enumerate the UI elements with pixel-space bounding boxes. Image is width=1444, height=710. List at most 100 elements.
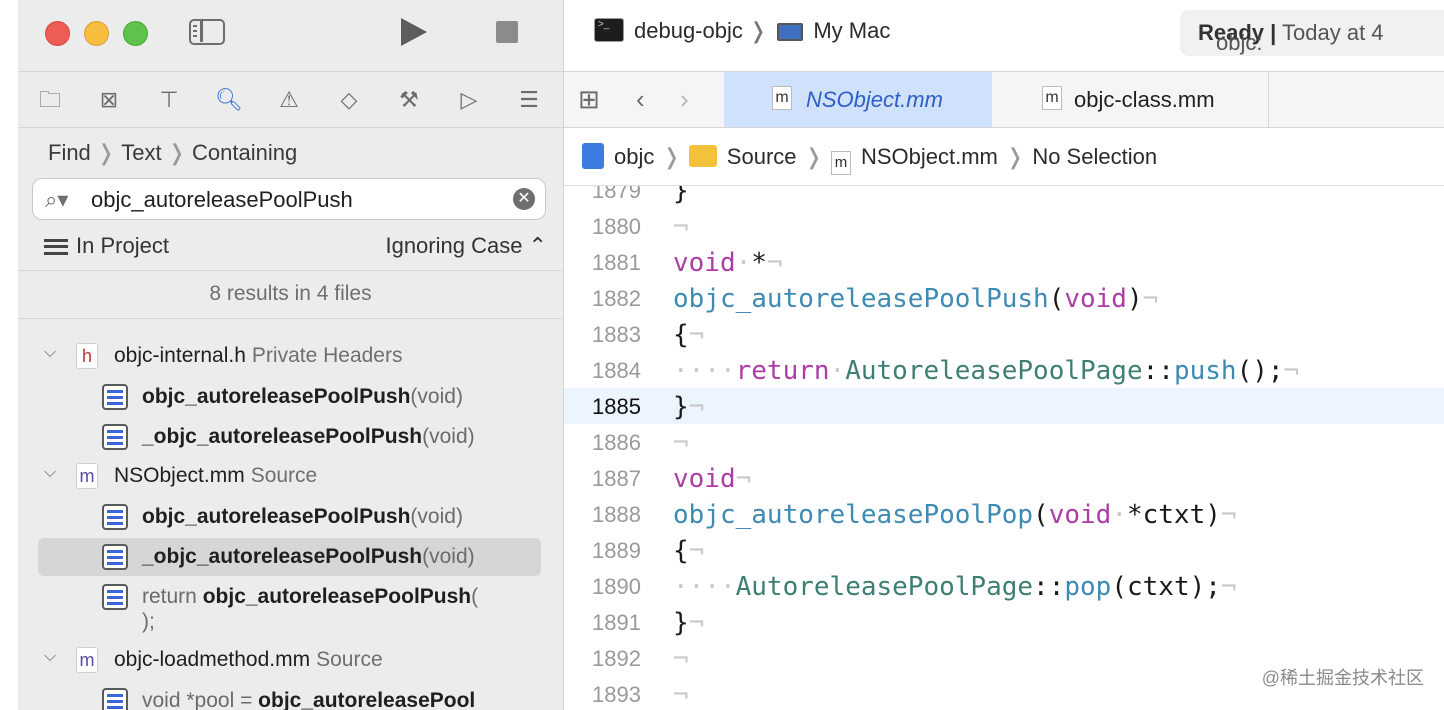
destination-name: My Mac [813,18,891,43]
code-line[interactable]: 1879} [564,186,1444,208]
window-edge [0,0,18,710]
code-line[interactable]: 1882 objc_autoreleasePoolPush(void)¬ [564,280,1444,316]
result-match-row[interactable]: void *pool = objc_autoreleasePool [38,682,541,710]
scheme-name: debug-objc [634,18,743,43]
scheme-selector[interactable]: debug-objc❭My Mac [594,18,890,44]
editor-toolbar: debug-objc❭My Mac objc: Ready | Today at… [564,0,1444,70]
line-number: 1881 [592,250,641,275]
jump-folder[interactable]: Source [727,144,797,169]
issue-navigator-icon[interactable]: ⚠︎ [275,86,303,114]
search-scope[interactable]: In Project [44,233,169,259]
line-number: 1882 [592,286,641,311]
code-line[interactable]: 1887 void¬ [564,460,1444,496]
divider [18,318,563,319]
code-text: ····return·AutoreleasePoolPage::push();¬ [673,356,1300,386]
related-items-icon[interactable]: ⊞ [578,84,600,115]
source-control-icon[interactable]: ⊠ [95,86,123,114]
current-code-line[interactable]: 1885 }¬ [564,388,1444,424]
find-mode-text[interactable]: Text [121,140,161,165]
jump-file[interactable]: NSObject.mm [861,144,998,169]
stop-icon[interactable] [496,21,518,43]
code-line[interactable]: 1891}¬ [564,604,1444,640]
scope-label: In Project [76,233,169,258]
search-icon[interactable]: ⌕▾ [45,187,68,213]
code-line-icon [102,584,128,610]
jump-bar: objc ❭ Source ❭ m NSObject.mm ❭ No Selection [564,127,1444,186]
result-match-text: _objc_autoreleasePoolPush(void) [142,545,475,568]
forward-icon[interactable]: › [680,84,689,115]
symbol-navigator-icon[interactable]: ⊤ [155,86,183,114]
code-line[interactable]: 1881 void·*¬ [564,244,1444,280]
folder-navigator-icon[interactable]: 🗀 [36,86,64,114]
debug-navigator-icon[interactable]: ⚒ [395,86,423,114]
line-number: 1885 [592,394,641,419]
result-match-text: objc_autoreleasePoolPush(void) [142,385,463,408]
code-line[interactable]: 1884 ····return·AutoreleasePoolPage::push… [564,352,1444,388]
jump-project[interactable]: objc [614,144,654,169]
code-text: objc_autoreleasePoolPush(void)¬ [673,284,1159,314]
mm-file-icon: m [76,463,98,489]
code-text: ¬ [673,212,689,242]
code-line[interactable]: 1890 ····AutoreleasePoolPage::pop(ctxt);¬ [564,568,1444,604]
tab-nsobject[interactable]: m NSObject.mm [724,72,992,127]
clear-search-icon[interactable]: ✕ [513,188,535,210]
result-match-row[interactable]: return objc_autoreleasePoolPush(); [38,578,541,642]
code-line[interactable]: 1888 objc_autoreleasePoolPop(void·*ctxt)¬ [564,496,1444,532]
code-text: }¬ [673,392,705,422]
code-line[interactable]: 1883 {¬ [564,316,1444,352]
divider [18,270,563,271]
folder-icon [688,145,717,167]
result-match-row[interactable]: objc_autoreleasePoolPush(void) [38,378,541,416]
find-mode-containing[interactable]: Containing [192,140,297,165]
back-icon[interactable]: ‹ [636,84,645,115]
line-number: 1889 [592,538,641,563]
result-file-row[interactable]: ⌵ m objc-loadmethod.mm Source [18,642,563,680]
result-match-row[interactable]: objc_autoreleasePoolPush(void) [38,498,541,536]
result-file-row[interactable]: ⌵ h objc-internal.h Private Headers [18,338,563,376]
line-number: 1883 [592,322,641,347]
disclosure-chevron-icon[interactable]: ⌵ [44,648,56,666]
result-match-text: objc_autoreleasePoolPush(void) [142,505,463,528]
code-line[interactable]: 1886 ¬ [564,424,1444,460]
disclosure-chevron-icon[interactable]: ⌵ [44,344,56,362]
window-titlebar [18,0,563,70]
disclosure-chevron-icon[interactable]: ⌵ [44,464,56,482]
breakpoint-navigator-icon[interactable]: ▷ [455,86,483,114]
minimize-window-button[interactable] [84,21,109,46]
line-number: 1893 [592,682,641,707]
case-sensitivity-popup[interactable]: Ignoring Case ⌃ [385,233,547,259]
result-file-name: objc-loadmethod.mm Source [114,648,383,671]
result-match-row[interactable]: _objc_autoreleasePoolPush(void) [38,418,541,456]
close-window-button[interactable] [45,21,70,46]
result-file-name: objc-internal.h Private Headers [114,344,403,367]
code-line[interactable]: 1889 {¬ [564,532,1444,568]
run-icon[interactable] [401,18,427,46]
code-line-icon [102,544,128,570]
code-line-icon [102,504,128,530]
line-number: 1879 [592,186,641,203]
find-search-field[interactable]: ⌕▾ objc_autoreleasePoolPush ✕ [32,178,546,220]
find-mode-breadcrumb[interactable]: Find ❭ Text ❭ Containing [48,140,297,166]
code-text: ····AutoreleasePoolPage::pop(ctxt);¬ [673,572,1237,602]
find-navigator-icon[interactable]: 🔍︎ [215,86,243,114]
sidebar-toggle-icon[interactable] [189,19,225,45]
result-match-text: _objc_autoreleasePoolPush(void) [142,425,475,448]
mm-file-icon: m [76,647,98,673]
source-editor[interactable]: 1879} 1880 ¬ 1881 void·*¬ 1882 objc_autoreleas… [564,186,1444,710]
result-file-row[interactable]: ⌵ m NSObject.mm Source [18,458,563,496]
jump-selection[interactable]: No Selection [1032,144,1157,169]
tab-objc-class[interactable]: m objc-class.mm [992,72,1269,127]
editor-pane: debug-objc❭My Mac objc: Ready | Today at… [564,0,1444,710]
mm-file-icon: m [1042,86,1062,110]
result-match-row[interactable]: _objc_autoreleasePoolPush(void) [38,538,541,576]
code-line[interactable]: 1880 ¬ [564,208,1444,244]
navigator-selector-bar: 🗀 ⊠ ⊤ 🔍︎ ⚠︎ ◇ ⚒ ▷ ☰ [18,71,563,128]
line-number: 1880 [592,214,641,239]
zoom-window-button[interactable] [123,21,148,46]
code-text: void·*¬ [673,248,783,278]
test-navigator-icon[interactable]: ◇ [335,86,363,114]
result-file-name: NSObject.mm Source [114,464,318,487]
find-mode-find[interactable]: Find [48,140,91,165]
search-input[interactable]: objc_autoreleasePoolPush [91,187,353,213]
report-navigator-icon[interactable]: ☰ [515,86,543,114]
